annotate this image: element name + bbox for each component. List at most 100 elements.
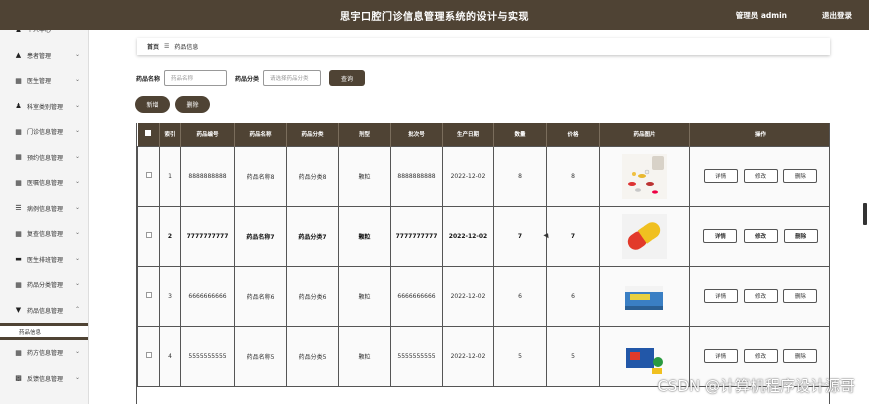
cell-code: 7777777777 — [180, 205, 235, 267]
detail-button[interactable]: 详情 — [703, 229, 738, 243]
breadcrumb-home[interactable]: 首页 — [147, 42, 159, 51]
col-header-qty: 数量 — [493, 123, 547, 146]
drug-image — [622, 333, 667, 379]
table-row: 1 8888888888 药品名称8 药品分类8 颗粒 8888888888 2… — [137, 145, 829, 207]
sidebar-item-8[interactable]: ▦ 复查信息管理 ⌄ — [0, 221, 88, 247]
edit-button[interactable]: 修改 — [743, 229, 778, 243]
chevron-down-icon: ⌄ — [74, 152, 80, 160]
col-header-category: 药品分类 — [286, 123, 339, 146]
grid-icon: ▦ — [15, 178, 22, 187]
user-icon: ♟ — [14, 30, 23, 34]
sidebar-item-5[interactable]: ▦ 预约信息管理 ⌄ — [0, 145, 88, 171]
drug-image — [622, 213, 667, 259]
sidebar-item-7[interactable]: ☰ 病例信息管理 ⌄ — [0, 196, 88, 222]
sidebar-item-10[interactable]: ▦ 药品分类管理 ⌄ — [0, 272, 88, 298]
cell-form: 颗粒 — [338, 145, 391, 207]
col-header-batch: 批次号 — [390, 123, 443, 146]
row-select-cell[interactable] — [137, 145, 160, 207]
main-content: 首页 ☰ 药品信息 药品名称 药品名称 药品分类 请选择药品分类 查询 新增 删… — [90, 30, 869, 404]
delete-button[interactable]: 删除 — [783, 229, 818, 243]
sidebar-item-12[interactable]: ▦ 药方信息管理 ⌄ — [0, 340, 88, 366]
col-header-index: 索引 — [159, 123, 181, 146]
sidebar-item-11[interactable]: ▼ 药品信息管理 ⌃ — [0, 297, 88, 323]
row-checkbox[interactable] — [145, 352, 152, 358]
delete-button[interactable]: 删除 — [783, 169, 818, 183]
cell-form: 颗粒 — [338, 205, 391, 267]
cell-category: 药品分类7 — [286, 205, 339, 267]
row-select-cell[interactable] — [137, 205, 160, 267]
sidebar-item-label: 药方信息管理 — [27, 350, 64, 358]
sidebar-item-3[interactable]: ♟ 科室类别管理 ⌄ — [0, 94, 88, 120]
cell-batch: 5555555555 — [390, 325, 443, 387]
col-header-name: 药品名称 — [234, 123, 287, 146]
chart-icon: ▩ — [15, 374, 22, 383]
chevron-down-icon: ⌄ — [74, 203, 80, 211]
logout-link[interactable]: 退出登录 — [822, 10, 852, 21]
row-checkbox[interactable] — [145, 292, 152, 298]
chevron-down-icon: ⌄ — [74, 373, 80, 381]
edit-button[interactable]: 修改 — [743, 349, 778, 363]
add-button[interactable]: 新增 — [135, 96, 170, 113]
scrollbar-thumb[interactable] — [863, 203, 867, 225]
row-checkbox[interactable] — [145, 172, 152, 178]
grid-icon: ▦ — [15, 127, 22, 136]
cell-image — [599, 205, 690, 267]
cell-image — [599, 145, 690, 207]
col-header-code: 药品编号 — [180, 123, 235, 146]
drug-name-input[interactable]: 药品名称 — [164, 70, 228, 86]
sidebar-item-1[interactable]: ▲ 患者管理 ⌄ — [0, 43, 88, 69]
cell-price: 6 — [546, 265, 600, 327]
cell-image — [599, 265, 690, 327]
grid-icon: ▦ — [15, 348, 22, 357]
delete-button[interactable]: 删除 — [783, 289, 818, 303]
grid-icon: ▦ — [15, 153, 22, 162]
cell-price: 8 — [546, 145, 600, 207]
cell-code: 8888888888 — [180, 145, 235, 207]
top-bar: 思宇口腔门诊信息管理系统的设计与实现 管理员 admin 退出登录 — [0, 0, 869, 30]
col-header-actions: 操作 — [689, 123, 829, 146]
sidebar-subitem-drug-info[interactable]: 药品信息 — [0, 326, 88, 337]
chevron-down-icon: ⌄ — [74, 229, 80, 236]
chevron-down-icon: ⌄ — [74, 348, 80, 355]
search-button[interactable]: 查询 — [329, 70, 366, 86]
cell-date: 2022-12-02 — [442, 325, 494, 387]
sidebar-item-0[interactable]: ♟ 个人中心 ⌄ — [0, 30, 88, 43]
sidebar-item-6[interactable]: ▦ 医嘱信息管理 ⌄ — [0, 170, 88, 196]
cell-form: 颗粒 — [338, 325, 391, 387]
row-checkbox[interactable] — [145, 232, 152, 238]
sidebar-submenu: 药品信息 — [0, 323, 88, 340]
chevron-down-icon: ⌄ — [74, 127, 80, 134]
chevron-down-icon: ⌄ — [75, 30, 80, 32]
sidebar: ♟ 个人中心 ⌄ ▲ 患者管理 ⌄ ▦ 医生管理 ⌄ ♟ 科室类别管理 ⌄ ▦ … — [0, 30, 89, 404]
sidebar-item-2[interactable]: ▦ 医生管理 ⌄ — [0, 68, 88, 94]
select-all-checkbox[interactable] — [145, 130, 152, 137]
sidebar-item-9[interactable]: ▬ 医生排班管理 ⌄ — [0, 247, 88, 273]
breadcrumb-separator-icon: ☰ — [164, 43, 170, 50]
row-select-cell[interactable] — [137, 325, 160, 387]
batch-delete-button[interactable]: 删除 — [175, 96, 210, 113]
breadcrumb-current: 药品信息 — [174, 44, 199, 51]
edit-button[interactable]: 修改 — [743, 289, 778, 303]
edit-button[interactable]: 修改 — [743, 169, 778, 183]
table-row: 2 7777777777 药品名称7 药品分类7 颗粒 7777777777 2… — [137, 205, 829, 267]
sliders-icon: ☰ — [15, 204, 22, 213]
detail-button[interactable]: 详情 — [703, 289, 738, 303]
detail-button[interactable]: 详情 — [703, 349, 738, 363]
search-bar: 药品名称 药品名称 药品分类 请选择药品分类 查询 — [136, 68, 366, 88]
row-select-cell[interactable] — [137, 265, 160, 327]
cell-name: 药品名称5 — [234, 325, 287, 387]
cell-code: 6666666666 — [180, 265, 235, 327]
sidebar-item-4[interactable]: ▦ 门诊信息管理 ⌄ — [0, 119, 88, 145]
cell-actions: 详情 修改 删除 — [689, 145, 829, 207]
detail-button[interactable]: 详情 — [703, 169, 738, 183]
select-all-header[interactable] — [137, 123, 160, 146]
delete-button[interactable]: 删除 — [783, 349, 818, 363]
col-header-date: 生产日期 — [442, 123, 494, 146]
cell-qty: 7 — [493, 205, 547, 267]
cell-code: 5555555555 — [180, 325, 235, 387]
cell-category: 药品分类6 — [286, 265, 339, 327]
sidebar-item-13[interactable]: ▩ 反馈信息管理 ⌄ — [0, 366, 88, 392]
chevron-down-icon: ⌄ — [74, 280, 80, 287]
drug-category-select[interactable]: 请选择药品分类 — [263, 70, 322, 86]
cell-category: 药品分类8 — [286, 145, 339, 207]
